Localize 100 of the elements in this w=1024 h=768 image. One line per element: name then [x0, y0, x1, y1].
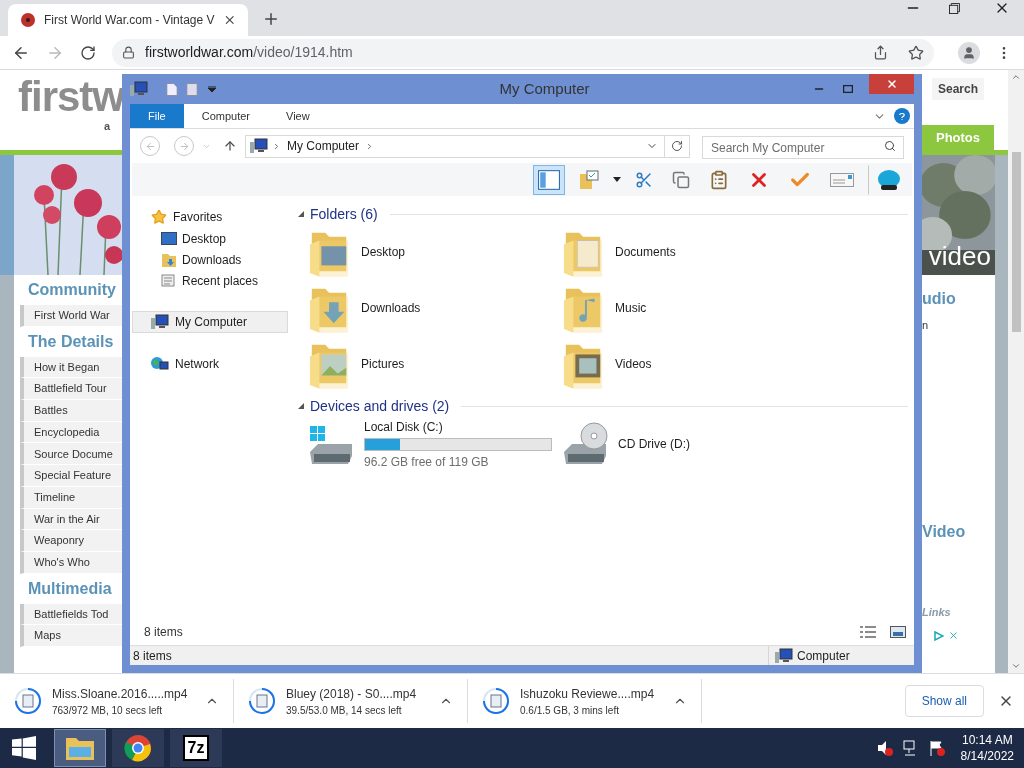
preview-pane-icon — [538, 169, 560, 190]
address-field[interactable]: firstworldwar.com/video/1914.htm — [112, 38, 934, 67]
folder-tile[interactable]: Music — [562, 280, 908, 336]
nav-item[interactable]: My Computer — [132, 311, 288, 333]
sidebar-link[interactable]: First World War — [20, 305, 122, 327]
sidebar-link[interactable]: War in the Air — [20, 508, 122, 531]
folder-icon — [65, 735, 95, 761]
group-header: Folders (6) — [310, 204, 378, 224]
new-tab-icon[interactable] — [262, 10, 280, 28]
search-button[interactable]: Search — [932, 78, 985, 100]
forward-arrow-icon — [178, 140, 190, 152]
breadcrumb-item[interactable]: My Computer — [287, 137, 360, 155]
help-icon[interactable] — [894, 108, 910, 124]
downloads-folder-icon — [161, 251, 177, 268]
download-progress-icon — [482, 687, 510, 715]
sidebar-link[interactable]: Maps — [20, 625, 122, 647]
ribbon-tab[interactable]: File — [130, 104, 184, 128]
nav-item[interactable]: Recent places — [132, 270, 288, 291]
drive-name: Local Disk (C:) — [364, 418, 444, 436]
details-view-icon[interactable] — [860, 626, 876, 638]
sidebar-link[interactable]: Who's Who — [20, 551, 122, 574]
section-heading: Video — [922, 521, 967, 542]
scrollbar-thumb[interactable] — [1011, 151, 1021, 332]
properties-icon[interactable] — [166, 81, 178, 97]
sidebar-link[interactable]: Timeline — [20, 486, 122, 509]
clock-time: 10:14 AM — [961, 732, 1013, 748]
status-location: Computer — [797, 647, 850, 665]
shell-icon — [877, 168, 901, 191]
taskbar-button[interactable] — [112, 729, 164, 767]
scroll-down-icon[interactable] — [1011, 661, 1021, 671]
video-caption: video — [928, 243, 991, 269]
folder-tile[interactable]: Documents — [562, 224, 908, 280]
sidebar-link[interactable]: Special Feature — [20, 465, 122, 487]
browser-tab[interactable]: First World War.com - Vintage V — [8, 4, 248, 36]
sidebar-link[interactable]: Battles — [20, 400, 122, 422]
drive-name: CD Drive (D:) — [618, 436, 690, 453]
poppy-icon — [20, 12, 36, 28]
cd-drive-icon — [562, 422, 610, 466]
drive-free-space: 96.2 GB free of 119 GB — [364, 453, 490, 471]
ad-play-icon[interactable] — [934, 630, 944, 641]
search-icon — [884, 139, 896, 152]
group-toggle-icon[interactable] — [298, 403, 304, 409]
nav-item[interactable]: Desktop — [132, 228, 288, 249]
back-arrow-icon — [144, 140, 156, 152]
share-icon[interactable] — [873, 45, 888, 60]
scroll-up-icon[interactable] — [1011, 72, 1021, 82]
download-progress-icon — [248, 687, 276, 715]
ad-close-icon[interactable] — [948, 630, 959, 641]
folder-tile[interactable]: Desktop — [308, 224, 562, 280]
monitor-icon — [161, 231, 177, 246]
sidebar-link[interactable]: Battlefields Tod — [20, 603, 122, 626]
sidebar-link[interactable]: How it Began — [20, 356, 122, 379]
sidebar-link[interactable]: Battlefield Tour — [20, 378, 122, 401]
start-icon[interactable] — [12, 736, 36, 760]
section-heading: udio — [922, 289, 957, 309]
show-all-button[interactable]: Show all — [904, 685, 984, 717]
site-logo: firstw — [18, 74, 124, 120]
star-icon — [151, 209, 167, 225]
recent-places-icon — [161, 272, 177, 289]
action-center-icon[interactable] — [928, 740, 945, 756]
restore-icon[interactable] — [949, 3, 960, 14]
nav-item[interactable]: Favorites — [132, 206, 288, 228]
download-status: 0.6/1.5 GB, 3 mins left — [520, 703, 620, 718]
window-close-button[interactable] — [869, 74, 914, 94]
volume-muted-icon[interactable] — [876, 740, 893, 756]
profile-avatar[interactable] — [958, 41, 980, 64]
breadcrumb-chevron-icon — [272, 141, 281, 151]
folder-tile[interactable]: Downloads — [308, 280, 562, 336]
browser-logo-icon — [124, 734, 152, 762]
taskbar-button[interactable] — [54, 729, 106, 767]
group-toggle-icon[interactable] — [298, 211, 304, 217]
download-filename[interactable]: Bluey (2018) - S0....mp4 — [286, 684, 429, 703]
sidebar-heading: Community — [27, 280, 117, 300]
nav-item[interactable]: Network — [132, 353, 288, 375]
item-count: 8 items — [143, 624, 183, 641]
bookmark-star-icon[interactable] — [908, 44, 924, 61]
up-icon[interactable] — [223, 139, 237, 153]
nav-item[interactable]: Downloads — [132, 249, 288, 270]
person-icon — [962, 45, 976, 60]
reload-icon[interactable] — [80, 44, 96, 61]
close-icon — [885, 78, 898, 90]
computer-icon — [151, 314, 169, 330]
sidebar-link[interactable]: Weaponry — [20, 530, 122, 552]
caret-icon — [613, 177, 621, 182]
download-filename[interactable]: Miss.Sloane.2016.....mp4 — [52, 684, 195, 703]
window-maximize-icon[interactable] — [843, 85, 853, 93]
computer-icon — [775, 647, 793, 664]
customize-caret-icon[interactable] — [208, 86, 216, 92]
sidebar-link[interactable]: Source Docume — [20, 443, 122, 466]
download-filename[interactable]: Ishuzoku Reviewe....mp4 — [520, 684, 663, 703]
large-icons-view-icon[interactable] — [890, 626, 906, 638]
sidebar-link[interactable]: Encyclopedia — [20, 421, 122, 444]
folder-tile[interactable]: Videos — [562, 336, 908, 392]
address-bar[interactable]: My Computer — [245, 134, 690, 158]
folder-tile[interactable]: Pictures — [308, 336, 562, 392]
download-progress-icon — [14, 687, 42, 715]
taskbar-button[interactable]: 7z — [170, 729, 222, 767]
section-heading: Links — [922, 604, 952, 620]
status-text: 8 items — [132, 647, 172, 665]
search-field[interactable]: Search My Computer — [702, 136, 904, 159]
